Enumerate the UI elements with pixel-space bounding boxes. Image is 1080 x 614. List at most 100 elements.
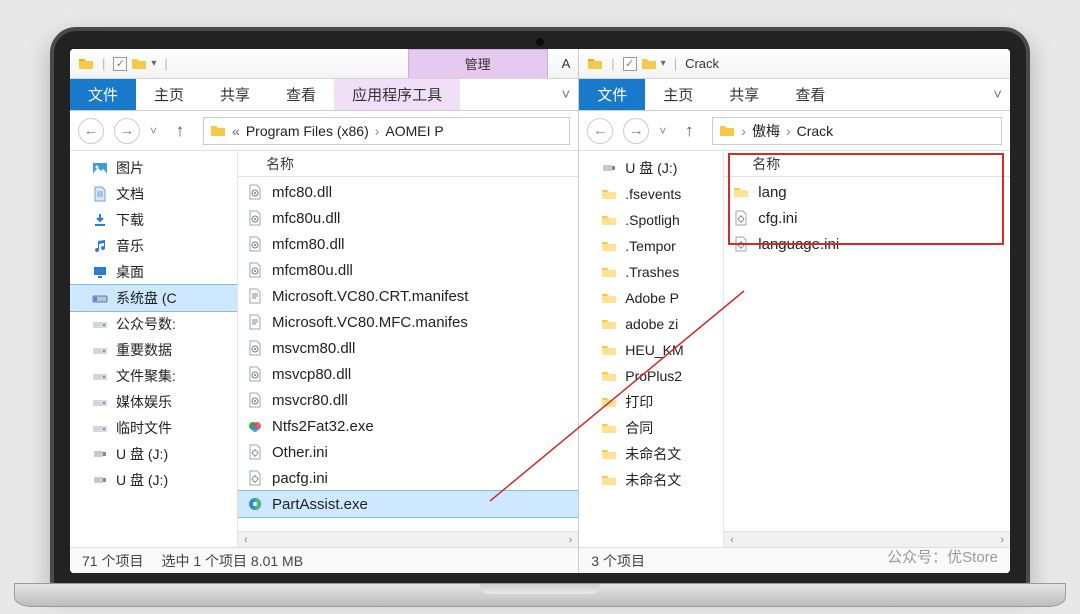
file-row[interactable]: Ntfs2Fat32.exe bbox=[238, 413, 578, 439]
chevron-right-icon: › bbox=[375, 123, 380, 139]
usb-icon bbox=[601, 160, 617, 176]
column-header-name[interactable]: 名称 bbox=[724, 151, 1010, 177]
file-row[interactable]: language.ini bbox=[724, 231, 1010, 257]
nav-item[interactable]: 临时文件 bbox=[70, 415, 237, 441]
qat-folder-icon[interactable] bbox=[131, 56, 147, 72]
tab-file[interactable]: 文件 bbox=[70, 79, 136, 110]
file-row[interactable]: cfg.ini bbox=[724, 205, 1010, 231]
nav-item[interactable]: U 盘 (J:) bbox=[70, 467, 237, 493]
nav-item[interactable]: 未命名文 bbox=[579, 467, 723, 493]
tab-home[interactable]: 主页 bbox=[645, 79, 711, 110]
file-row[interactable]: Microsoft.VC80.MFC.manifes bbox=[238, 309, 578, 335]
crumb-crack[interactable]: Crack bbox=[797, 123, 834, 139]
breadcrumb[interactable]: › 傲梅 › Crack bbox=[712, 117, 1002, 145]
nav-item[interactable]: ProPlus2 bbox=[579, 363, 723, 389]
tab-view[interactable]: 查看 bbox=[268, 79, 334, 110]
nav-item[interactable]: 文档 bbox=[70, 181, 237, 207]
tab-home[interactable]: 主页 bbox=[136, 79, 202, 110]
scroll-right-icon[interactable]: › bbox=[565, 534, 577, 546]
file-list[interactable]: langcfg.inilanguage.ini bbox=[724, 177, 1010, 531]
nav-item-label: U 盘 (J:) bbox=[625, 158, 677, 178]
tab-view[interactable]: 查看 bbox=[777, 79, 843, 110]
file-name: msvcr80.dll bbox=[272, 392, 348, 409]
breadcrumb[interactable]: « Program Files (x86) › AOMEI P bbox=[203, 117, 570, 145]
ribbon-contextual-tab[interactable]: 管理 bbox=[408, 49, 548, 78]
back-button[interactable]: ← bbox=[78, 118, 104, 144]
ribbon-expand-icon[interactable]: ˅ bbox=[985, 79, 1010, 110]
nav-item[interactable]: 合同 bbox=[579, 415, 723, 441]
up-button[interactable]: ↑ bbox=[167, 121, 193, 141]
file-row[interactable]: mfc80u.dll bbox=[238, 205, 578, 231]
status-bar: 3 个项目 bbox=[579, 547, 1010, 573]
nav-item[interactable]: 未命名文 bbox=[579, 441, 723, 467]
history-dropdown-icon[interactable]: ˅ bbox=[150, 124, 157, 138]
column-header-name[interactable]: 名称 bbox=[238, 151, 578, 177]
file-row[interactable]: PartAssist.exe bbox=[238, 491, 578, 517]
file-list[interactable]: mfc80.dllmfc80u.dllmfcm80.dllmfcm80u.dll… bbox=[238, 177, 578, 531]
nav-pane[interactable]: 图片文档下载音乐桌面系统盘 (C公众号数:重要数据文件聚集:媒体娱乐临时文件 U … bbox=[70, 151, 238, 547]
nav-item[interactable]: U 盘 (J:) bbox=[579, 155, 723, 181]
nav-item[interactable]: 下载 bbox=[70, 207, 237, 233]
file-row[interactable]: msvcm80.dll bbox=[238, 335, 578, 361]
nav-item-label: U 盘 (J:) bbox=[116, 444, 168, 464]
nav-item[interactable]: 图片 bbox=[70, 155, 237, 181]
file-row[interactable]: pacfg.ini bbox=[238, 465, 578, 491]
nav-item[interactable]: .Spotligh bbox=[579, 207, 723, 233]
nav-item[interactable]: 重要数据 bbox=[70, 337, 237, 363]
nav-item[interactable]: 打印 bbox=[579, 389, 723, 415]
qat-check-icon[interactable]: ✓ bbox=[623, 57, 637, 71]
file-row[interactable]: lang bbox=[724, 179, 1010, 205]
qat: ✓ ▾ bbox=[623, 56, 666, 72]
file-row[interactable]: mfcm80.dll bbox=[238, 231, 578, 257]
file-row[interactable]: mfcm80u.dll bbox=[238, 257, 578, 283]
tab-file[interactable]: 文件 bbox=[579, 79, 645, 110]
nav-item[interactable]: adobe zi bbox=[579, 311, 723, 337]
up-button[interactable]: ↑ bbox=[676, 121, 702, 141]
qat-dropdown-icon[interactable]: ▾ bbox=[151, 58, 156, 69]
horizontal-scrollbar[interactable]: ‹ › bbox=[724, 531, 1010, 547]
crumb-overflow-icon[interactable]: « bbox=[232, 123, 240, 139]
qat-folder-icon[interactable] bbox=[641, 56, 657, 72]
tab-share[interactable]: 共享 bbox=[711, 79, 777, 110]
nav-item-label: .fsevents bbox=[625, 186, 681, 202]
qat-dropdown-icon[interactable]: ▾ bbox=[661, 58, 666, 69]
nav-item[interactable]: Adobe P bbox=[579, 285, 723, 311]
scroll-left-icon[interactable]: ‹ bbox=[726, 534, 738, 546]
qat-check-icon[interactable]: ✓ bbox=[113, 57, 127, 71]
file-name: msvcm80.dll bbox=[272, 340, 355, 357]
nav-pane[interactable]: U 盘 (J:) .fsevents .Spotligh.Tempor.Trashe… bbox=[579, 151, 724, 547]
file-row[interactable]: msvcr80.dll bbox=[238, 387, 578, 413]
window-title-suffix: A bbox=[562, 56, 571, 71]
crumb-program-files[interactable]: Program Files (x86) bbox=[246, 123, 369, 139]
nav-item-label: 下载 bbox=[116, 210, 144, 230]
scroll-left-icon[interactable]: ‹ bbox=[240, 534, 252, 546]
nav-item[interactable]: .fsevents bbox=[579, 181, 723, 207]
nav-item[interactable]: 音乐 bbox=[70, 233, 237, 259]
file-row[interactable]: msvcp80.dll bbox=[238, 361, 578, 387]
nav-item[interactable]: .Tempor bbox=[579, 233, 723, 259]
file-row[interactable]: Other.ini bbox=[238, 439, 578, 465]
ribbon-expand-icon[interactable]: ˅ bbox=[554, 79, 579, 110]
nav-item[interactable]: HEU_KM bbox=[579, 337, 723, 363]
nav-item[interactable]: 系统盘 (C bbox=[70, 285, 237, 311]
crumb-aomei[interactable]: AOMEI P bbox=[385, 123, 443, 139]
crumb-aomei-cn[interactable]: 傲梅 bbox=[752, 121, 780, 141]
tab-share[interactable]: 共享 bbox=[202, 79, 268, 110]
nav-item[interactable]: 桌面 bbox=[70, 259, 237, 285]
back-button[interactable]: ← bbox=[587, 118, 613, 144]
forward-button[interactable]: → bbox=[623, 118, 649, 144]
nav-item[interactable]: 媒体娱乐 bbox=[70, 389, 237, 415]
forward-button[interactable]: → bbox=[114, 118, 140, 144]
file-row[interactable]: mfc80.dll bbox=[238, 179, 578, 205]
file-name: Other.ini bbox=[272, 444, 328, 461]
horizontal-scrollbar[interactable]: ‹ › bbox=[238, 531, 578, 547]
nav-item[interactable]: .Trashes bbox=[579, 259, 723, 285]
nav-item[interactable]: 公众号数: bbox=[70, 311, 237, 337]
nav-item-label: 未命名文 bbox=[625, 470, 681, 490]
history-dropdown-icon[interactable]: ˅ bbox=[659, 124, 666, 138]
tab-context-apptools[interactable]: 应用程序工具 bbox=[334, 79, 460, 110]
scroll-right-icon[interactable]: › bbox=[996, 534, 1008, 546]
nav-item[interactable]: 文件聚集: bbox=[70, 363, 237, 389]
file-row[interactable]: Microsoft.VC80.CRT.manifest bbox=[238, 283, 578, 309]
nav-item[interactable]: U 盘 (J:) bbox=[70, 441, 237, 467]
